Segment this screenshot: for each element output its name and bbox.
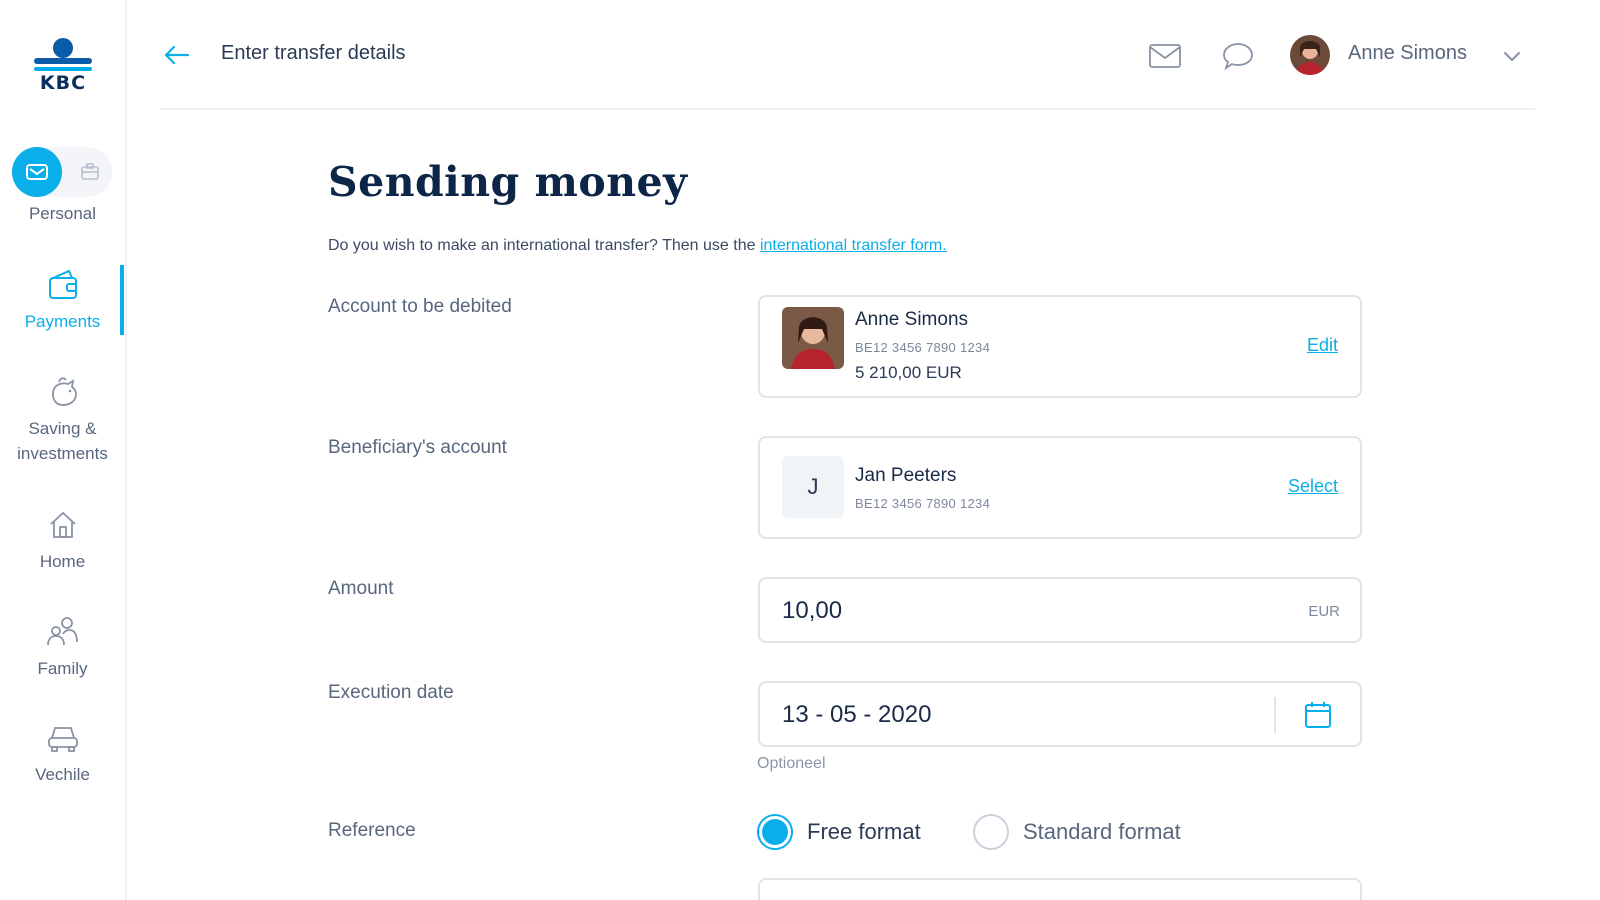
personal-profile-button[interactable] <box>12 147 62 197</box>
profile-label: Personal <box>28 204 97 223</box>
reference-standard-format-radio[interactable]: Standard format <box>973 814 1181 850</box>
mail-icon[interactable] <box>1147 38 1183 74</box>
amount-label: Amount <box>328 578 394 599</box>
beneficiary-name: Jan Peeters <box>855 465 957 486</box>
chat-icon[interactable] <box>1220 38 1256 74</box>
input-divider <box>1274 697 1276 733</box>
back-arrow-icon[interactable] <box>160 38 194 72</box>
kbc-logo[interactable]: KBC <box>30 36 96 94</box>
page-title: Sending money <box>328 158 688 206</box>
sidebar-item-label: Family <box>37 659 88 678</box>
sidebar-item-label: Home <box>39 552 86 571</box>
amount-value: 10,00 <box>782 597 843 624</box>
radio-circle <box>757 814 793 850</box>
briefcase-icon <box>81 163 99 180</box>
debit-account-label: Account to be debited <box>328 296 512 317</box>
debit-account-balance: 5 210,00 EUR <box>855 363 962 382</box>
wallet-icon <box>48 269 77 299</box>
user-photo <box>1290 35 1330 75</box>
select-beneficiary-link[interactable]: Select <box>1288 476 1338 497</box>
sidebar-item-label-line2: investments <box>17 444 108 463</box>
debit-account-name: Anne Simons <box>855 309 969 330</box>
top-bar: Enter transfer details Anne Simons <box>160 0 1535 110</box>
international-transfer-link[interactable]: international transfer form. <box>760 237 947 254</box>
calendar-icon[interactable] <box>1302 699 1334 731</box>
logo-bar-accent <box>34 67 92 71</box>
sidebar-item-saving-investments[interactable]: Saving & investments <box>0 372 125 466</box>
sidebar-item-vehicle[interactable]: Vechile <box>0 718 125 787</box>
amount-currency: EUR <box>1308 603 1340 620</box>
piggy-bank-icon <box>51 377 77 406</box>
beneficiary-iban: BE12 3456 7890 1234 <box>855 496 991 511</box>
sidebar-item-family[interactable]: Family <box>0 612 125 681</box>
beneficiary-account-card[interactable]: J Jan Peeters BE12 3456 7890 1234 Select <box>758 436 1362 539</box>
debit-account-card[interactable]: Anne Simons BE12 3456 7890 1234 5 210,00… <box>758 295 1362 398</box>
chevron-down-icon[interactable] <box>1500 44 1524 68</box>
logo-dot <box>53 38 73 58</box>
home-icon <box>49 511 76 538</box>
radio-selected-dot <box>762 819 788 845</box>
user-name[interactable]: Anne Simons <box>1348 42 1467 65</box>
page-step-title: Enter transfer details <box>221 42 406 64</box>
intro-text: Do you wish to make an international tra… <box>328 237 947 255</box>
execution-date-input[interactable]: 13 - 05 - 2020 <box>758 681 1362 747</box>
reference-text-input[interactable] <box>758 878 1362 900</box>
execution-date-hint: Optioneel <box>757 755 826 772</box>
beneficiary-account-label: Beneficiary's account <box>328 437 507 458</box>
amount-input[interactable]: 10,00 EUR <box>758 577 1362 643</box>
radio-circle <box>973 814 1009 850</box>
car-icon <box>47 727 78 752</box>
radio-label: Standard format <box>1023 819 1181 844</box>
radio-label: Free format <box>807 819 921 844</box>
sidebar-item-home[interactable]: Home <box>0 505 125 574</box>
sidebar-item-label: Saving & <box>28 419 97 438</box>
sidebar-item-payments[interactable]: Payments <box>0 265 125 334</box>
reference-free-format-radio[interactable]: Free format <box>757 814 921 850</box>
business-profile-button[interactable] <box>78 160 102 184</box>
user-avatar[interactable] <box>1290 35 1330 75</box>
intro-text-body: Do you wish to make an international tra… <box>328 237 760 254</box>
execution-date-value: 13 - 05 - 2020 <box>782 701 932 728</box>
sidebar-item-label: Payments <box>24 312 101 331</box>
beneficiary-initial-avatar: J <box>782 456 844 518</box>
logo-text: KBC <box>39 72 87 94</box>
reference-label: Reference <box>328 820 416 841</box>
profile-switch[interactable] <box>12 147 112 197</box>
logo-bar <box>34 58 92 64</box>
avatar <box>782 307 844 369</box>
person-card-icon <box>26 164 48 180</box>
debit-account-iban: BE12 3456 7890 1234 <box>855 340 991 355</box>
family-icon <box>46 617 78 646</box>
sidebar: KBC Personal Payments Saving & investmen… <box>0 0 127 900</box>
execution-date-label: Execution date <box>328 682 454 703</box>
account-holder-photo <box>782 307 844 369</box>
sidebar-item-label: Vechile <box>35 765 90 784</box>
edit-debit-account-link[interactable]: Edit <box>1307 335 1338 356</box>
